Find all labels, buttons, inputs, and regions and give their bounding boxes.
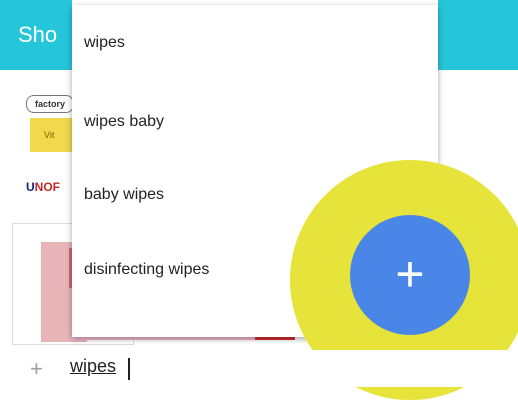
suggestion-item[interactable]: wipes — [84, 23, 424, 63]
suggestion-item[interactable]: wipes baby — [84, 102, 424, 142]
add-button[interactable]: + — [350, 215, 470, 335]
item-input[interactable]: wipes — [70, 356, 116, 377]
plus-icon: + — [395, 246, 425, 302]
add-item-row: + wipes — [0, 350, 518, 387]
page-title: Sho — [18, 22, 58, 47]
factory-badge: factory — [26, 95, 74, 113]
brand-logo: UNOF — [26, 180, 61, 194]
text-cursor — [128, 358, 130, 380]
plus-icon[interactable]: + — [30, 356, 43, 382]
product-banner-text: Vit — [44, 130, 55, 140]
